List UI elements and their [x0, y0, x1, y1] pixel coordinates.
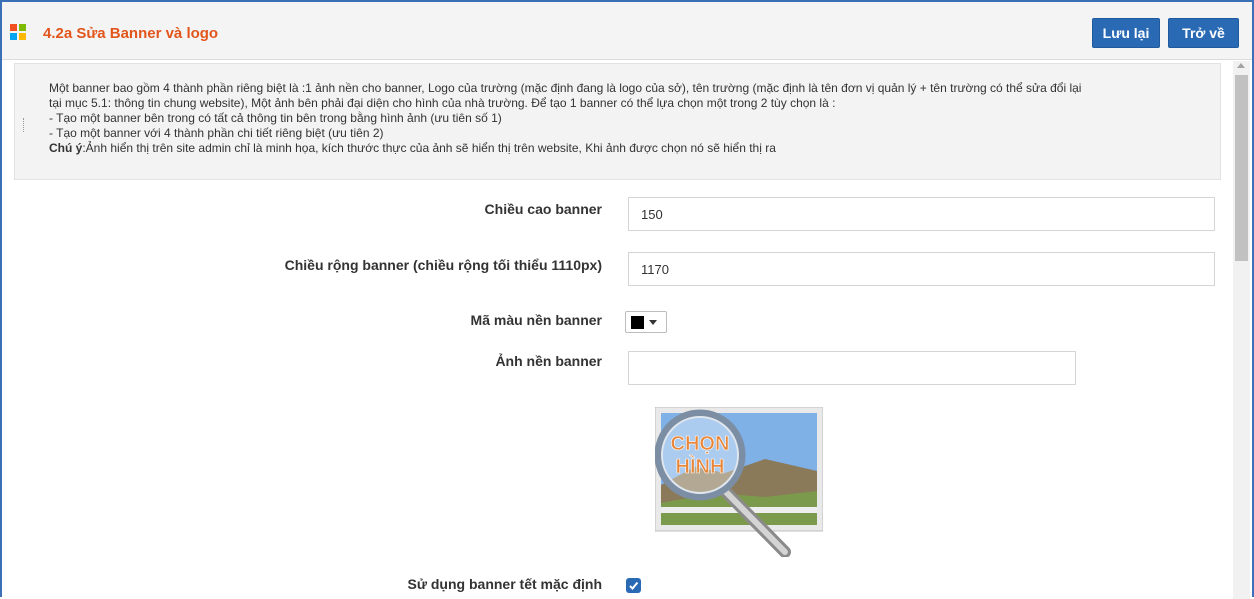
color-swatch [631, 315, 644, 329]
banner-width-label: Chiều rộng banner (chiều rộng tối thiểu … [284, 257, 602, 273]
scroll-up-arrow-icon[interactable] [1237, 63, 1245, 68]
notice-line: - Tạo một banner bên trong có tất cả thô… [49, 111, 502, 125]
notice-note: Chú ý:Ảnh hiển thị trên site admin chỉ l… [49, 141, 1210, 156]
banner-height-input[interactable]: 150 [628, 197, 1215, 231]
bgcolor-picker[interactable] [625, 311, 667, 333]
notice-line: tại mục 5.1: thông tin chung website), M… [49, 96, 836, 110]
edit-banner-panel: 4.2a Sửa Banner và logo Lưu lại Trở về M… [0, 0, 1254, 599]
form-scroll-area[interactable]: Một banner bao gồm 4 thành phần riêng bi… [2, 61, 1252, 599]
banner-bgcolor-label: Mã màu nền banner [470, 312, 602, 328]
default-tet-banner-label: Sử dụng banner tết mặc định [407, 576, 602, 592]
panel-header: 4.2a Sửa Banner và logo Lưu lại Trở về [2, 2, 1252, 60]
notice-line: - Tạo một banner với 4 thành phần chi ti… [49, 126, 384, 140]
banner-height-label: Chiều cao banner [484, 201, 602, 217]
banner-width-input[interactable]: 1170 [628, 252, 1215, 286]
scrollbar-thumb[interactable] [1235, 75, 1248, 261]
notice-line: Một banner bao gồm 4 thành phần riêng bi… [49, 81, 1082, 95]
banner-bgimage-label: Ảnh nền banner [495, 353, 602, 369]
windows-logo-icon [10, 24, 26, 40]
checkmark-icon [629, 581, 639, 590]
chevron-down-icon [649, 319, 657, 325]
chooser-text-line1: CHỌN [671, 433, 730, 455]
chooser-text-line2: HÌNH [676, 455, 725, 478]
back-button[interactable]: Trở về [1168, 18, 1239, 48]
save-button[interactable]: Lưu lại [1092, 18, 1160, 48]
grip-handle [23, 118, 25, 132]
choose-image-button[interactable]: CHỌN HÌNH [654, 406, 824, 558]
default-tet-banner-checkbox[interactable] [626, 578, 641, 593]
info-notice: Một banner bao gồm 4 thành phần riêng bi… [14, 63, 1221, 180]
vertical-scrollbar[interactable] [1233, 61, 1250, 599]
page-title: 4.2a Sửa Banner và logo [43, 25, 219, 42]
magnifier-photo-icon: CHỌN HÌNH [654, 406, 824, 558]
note-text: :Ảnh hiển thị trên site admin chỉ là min… [82, 141, 776, 155]
note-label: Chú ý [49, 141, 83, 155]
banner-bgimage-input[interactable] [628, 351, 1076, 385]
